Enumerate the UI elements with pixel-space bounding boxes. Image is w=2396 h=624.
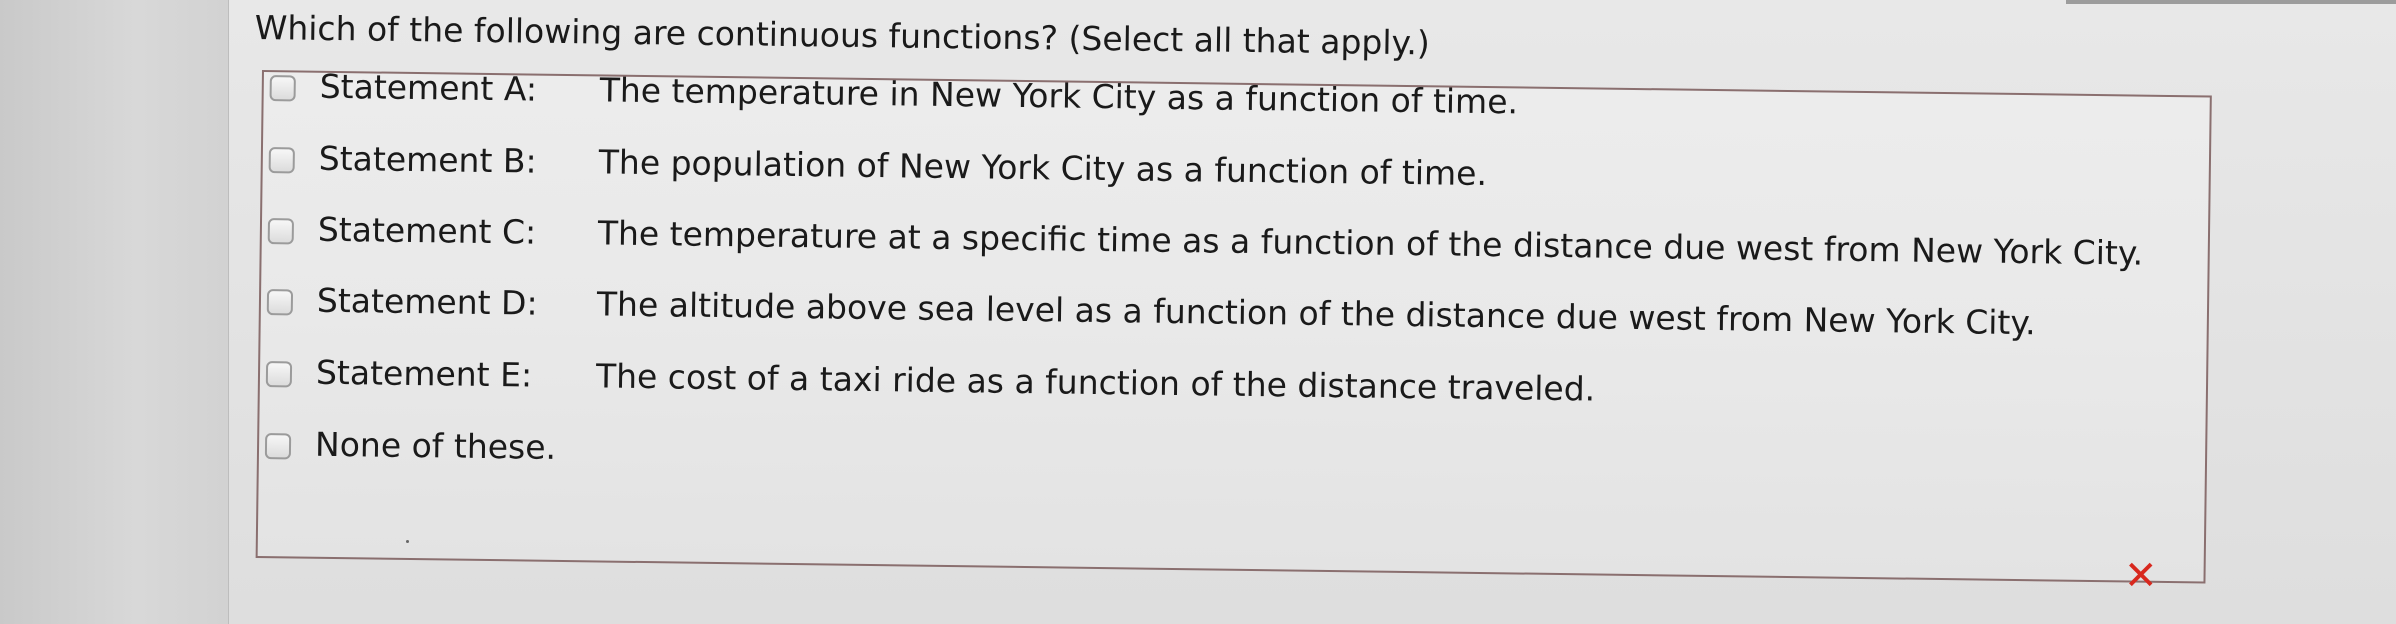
stray-dot <box>406 540 409 543</box>
page-margin <box>0 0 228 624</box>
top-divider <box>2066 0 2396 4</box>
incorrect-x-icon: ✕ <box>2124 553 2158 599</box>
checkbox-none-of-these[interactable] <box>264 433 292 460</box>
option-label: Statement B: <box>318 138 537 181</box>
checkbox-statement-a[interactable] <box>269 75 296 102</box>
option-label: Statement A: <box>319 66 538 109</box>
option-label: Statement C: <box>317 209 537 252</box>
option-label: Statement D: <box>316 280 538 323</box>
option-label: None of these. <box>314 424 557 467</box>
option-label: Statement E: <box>315 352 533 395</box>
checkbox-statement-e[interactable] <box>265 361 293 388</box>
checkbox-statement-b[interactable] <box>268 147 295 174</box>
checkbox-statement-d[interactable] <box>266 289 294 316</box>
checkbox-statement-c[interactable] <box>267 218 295 245</box>
